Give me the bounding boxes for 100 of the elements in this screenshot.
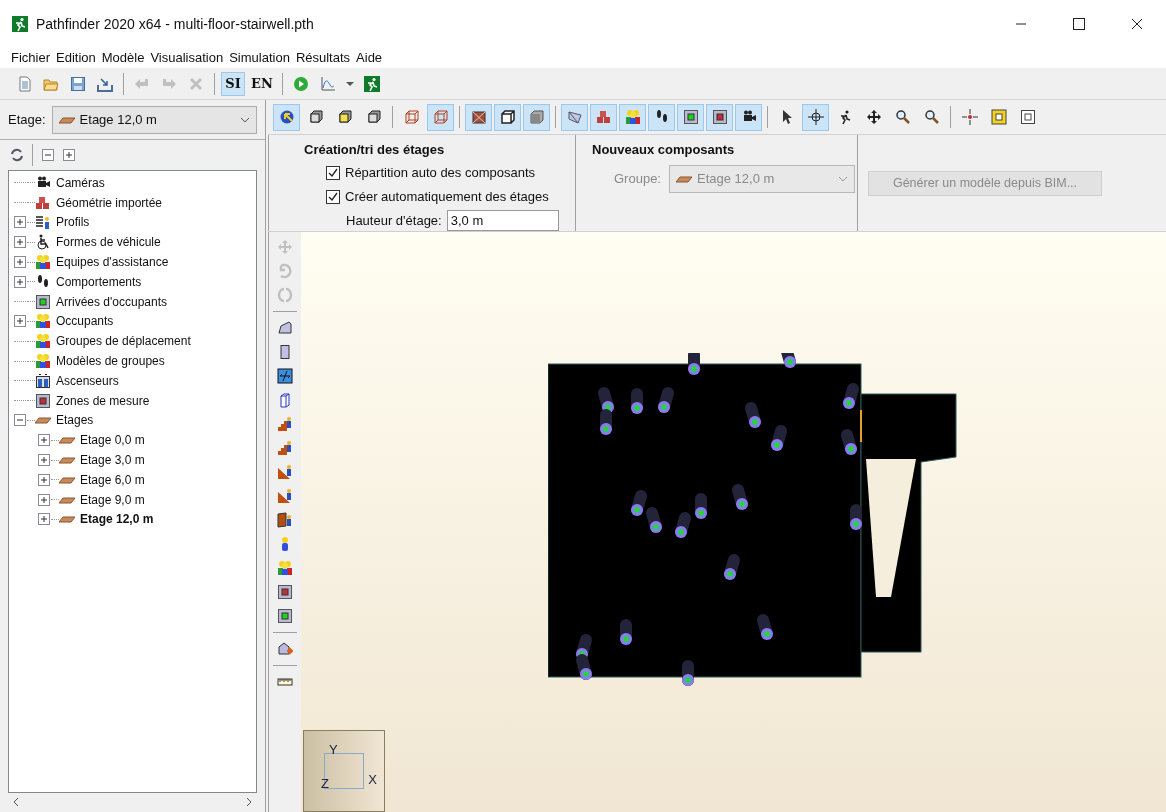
framed-square-icon [682, 109, 699, 125]
chart-icon [319, 75, 336, 92]
textured-cube-icon [470, 109, 487, 125]
tree-item[interactable]: Zones de mesure [56, 391, 150, 410]
stair-icon [277, 416, 293, 432]
view-toolbar-button[interactable] [802, 103, 829, 131]
checkbox-label: Répartition auto des composants [345, 164, 536, 183]
magnifier-icon [923, 109, 940, 125]
caret-icon [345, 81, 354, 86]
section-title: Nouveaux composants [592, 141, 736, 159]
menu-item[interactable]: Modèle [98, 48, 148, 68]
rotate-icon [277, 263, 293, 279]
tree-item[interactable]: Géométrie importée [56, 193, 163, 212]
tree-toolbar-button[interactable] [60, 146, 78, 164]
chevron-down-icon [240, 116, 250, 123]
running-man-icon [12, 16, 28, 32]
fly-view-icon [566, 109, 583, 125]
import-tray-icon [97, 75, 113, 92]
unit-toggle-button[interactable]: SI [221, 71, 245, 96]
wall-icon [277, 392, 293, 408]
framed-square-icon [711, 109, 728, 125]
cube-icon [365, 109, 382, 125]
tree-item[interactable]: Modèles de groupes [56, 352, 165, 371]
z-axis-label: Z [321, 775, 329, 793]
people-icon [35, 333, 51, 350]
floor-dropdown[interactable]: Etage 12,0 m [51, 105, 257, 134]
expand-all-icon [36, 471, 52, 488]
tree-item[interactable]: Etages [56, 411, 94, 430]
view-toolbar-button[interactable] [494, 103, 521, 131]
sync-icon [9, 147, 25, 163]
shape-arrow-icon [277, 641, 293, 657]
tree-item[interactable]: Caméras [56, 173, 105, 192]
y-axis-label: Y [329, 741, 338, 759]
expand-all-icon [12, 254, 28, 271]
menu-item[interactable]: Aide [353, 48, 386, 68]
expand-all-icon [12, 273, 28, 290]
people-icon [35, 313, 51, 330]
scroll-left-icon [12, 796, 20, 807]
elevator-icon [35, 372, 51, 389]
checkbox[interactable] [326, 165, 340, 180]
tree-toolbar-button[interactable] [8, 146, 26, 164]
menu-item[interactable]: Fichier [8, 48, 53, 68]
footprints-icon [35, 273, 51, 290]
checkbox[interactable] [326, 189, 340, 204]
field-label: Hauteur d'étage: [346, 211, 442, 230]
3d-viewport[interactable]: Y Z X [301, 232, 1166, 812]
people-icon [277, 560, 293, 576]
chevron-down-icon [838, 175, 848, 182]
view-toolbar-button[interactable] [648, 103, 675, 131]
tree-item[interactable]: Etage 12,0 m [80, 510, 154, 529]
expand-all-icon [12, 214, 28, 231]
view-toolbar-button[interactable] [465, 103, 492, 131]
tree-item[interactable]: Groupes de déplacement [56, 332, 191, 351]
expand-all-icon [36, 511, 52, 528]
view-toolbar-button[interactable] [273, 103, 300, 131]
view-toolbar-button[interactable] [706, 103, 733, 131]
move-arrows-icon [865, 109, 882, 125]
tree-item[interactable]: Etage 0,0 m [80, 431, 145, 450]
floor-height-field[interactable]: 3,0 m [446, 210, 559, 231]
bricks-icon [35, 194, 51, 211]
fit-view-outline-icon [1019, 109, 1036, 125]
unit-toggle-button[interactable]: EN [248, 71, 276, 96]
ramp-icon [277, 464, 293, 480]
x-axis-label: X [368, 771, 377, 789]
window-title: Pathfinder 2020 x64 - multi-floor-stairwell.pth [36, 14, 314, 34]
list-person-icon [35, 214, 51, 231]
tree-item[interactable]: Etage 3,0 m [80, 451, 145, 470]
people-icon [35, 353, 51, 370]
framed-square-icon [35, 293, 51, 310]
orbit-icon [807, 109, 824, 125]
checkbox-label: Créer automatiquement des étages [345, 187, 549, 206]
expand-all-icon [12, 313, 28, 330]
door-icon [277, 368, 293, 384]
tree-item[interactable]: Etage 6,0 m [80, 470, 145, 489]
menu-item[interactable]: Simulation [226, 48, 293, 68]
tree-toolbar-button[interactable] [39, 146, 57, 164]
tree-item[interactable]: Etage 9,0 m [80, 490, 145, 509]
stair-icon [277, 440, 293, 456]
tree-item[interactable]: Ascenseurs [56, 371, 119, 390]
menu-item[interactable]: Résultats [292, 48, 354, 68]
tree-item[interactable]: Comportements [56, 272, 142, 291]
expand-all-icon [12, 234, 28, 251]
menu-item[interactable]: Edition [53, 48, 99, 68]
polygon-icon [277, 320, 293, 336]
scroll-right-icon [245, 796, 253, 807]
tree-item[interactable]: Occupants [56, 312, 114, 331]
outlined-cube-icon [499, 109, 516, 125]
floor-label: Etage: [8, 110, 46, 129]
menu-item[interactable]: Visualisation [147, 48, 227, 68]
framed-square-icon [277, 584, 293, 600]
checkmark-icon [328, 167, 338, 178]
view-toolbar-button[interactable] [735, 103, 762, 131]
view-toolbar-button[interactable] [677, 103, 704, 131]
tree-item[interactable]: Equipes d'assistance [56, 253, 169, 272]
tree-item[interactable]: Formes de véhicule [56, 233, 161, 252]
tree-item[interactable]: Arrivées d'occupants [56, 292, 167, 311]
checkmark-icon [328, 191, 338, 202]
people-icon [35, 254, 51, 271]
tree-item[interactable]: Profils [56, 213, 90, 232]
maximize-icon [1073, 18, 1085, 30]
